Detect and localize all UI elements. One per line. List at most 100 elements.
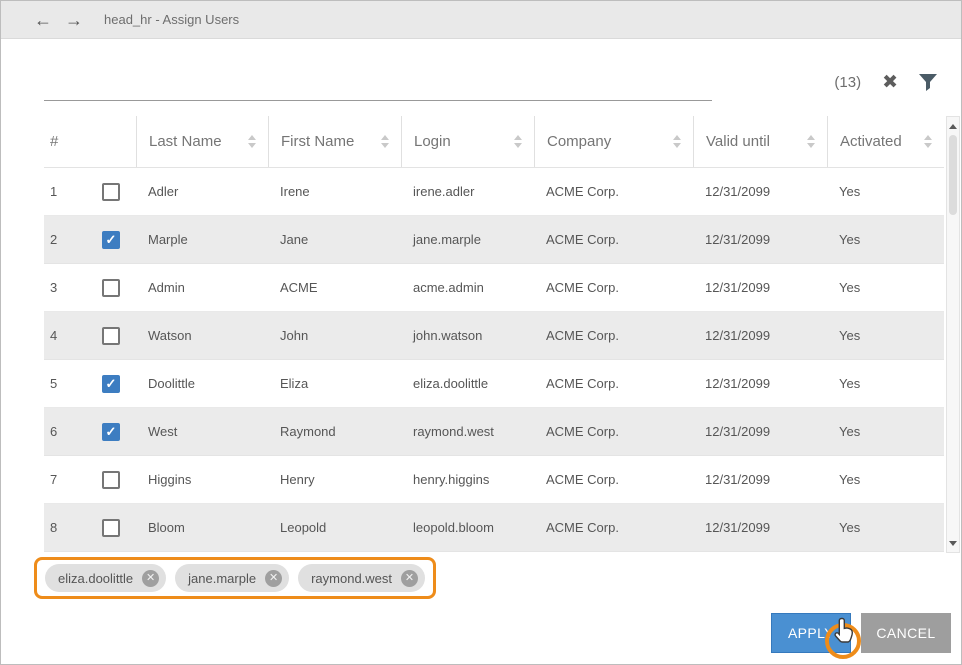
selected-user-chip: jane.marple✕ — [175, 564, 289, 592]
table-scrollbar[interactable] — [946, 116, 960, 553]
sort-up-icon — [673, 135, 681, 140]
chip-label: eliza.doolittle — [58, 571, 133, 586]
table-row: 6✓WestRaymondraymond.westACME Corp.12/31… — [44, 408, 944, 456]
cell-login: jane.marple — [401, 216, 534, 263]
sort-down-icon — [673, 143, 681, 148]
column-header-first-name[interactable]: First Name — [268, 116, 401, 167]
row-number: 6 — [50, 424, 57, 439]
table-row: 1AdlerIreneirene.adlerACME Corp.12/31/20… — [44, 168, 944, 216]
row-checkbox[interactable] — [102, 183, 120, 201]
cell-last: Higgins — [136, 456, 268, 503]
forward-arrow-icon[interactable]: → — [65, 11, 83, 29]
column-header-valid-until[interactable]: Valid until — [693, 116, 827, 167]
cell-valid: 12/31/2099 — [693, 312, 827, 359]
row-checkbox[interactable] — [102, 279, 120, 297]
column-label: Valid until — [706, 133, 770, 150]
cell-last: Marple — [136, 216, 268, 263]
row-index-cell: 2✓ — [44, 216, 136, 263]
apply-button[interactable]: APPLY — [771, 613, 851, 653]
cell-activated: Yes — [827, 408, 944, 455]
chip-remove-icon[interactable]: ✕ — [265, 570, 282, 587]
cell-company: ACME Corp. — [534, 168, 693, 215]
row-checkbox[interactable]: ✓ — [102, 423, 120, 441]
cell-valid: 12/31/2099 — [693, 360, 827, 407]
titlebar: ← → head_hr - Assign Users — [1, 1, 961, 39]
table-row: 3AdminACMEacme.adminACME Corp.12/31/2099… — [44, 264, 944, 312]
table-body: 1AdlerIreneirene.adlerACME Corp.12/31/20… — [44, 168, 944, 552]
scrollbar-thumb[interactable] — [949, 135, 957, 215]
table-row: 7HigginsHenryhenry.higginsACME Corp.12/3… — [44, 456, 944, 504]
row-number: 8 — [50, 520, 57, 535]
sort-icons — [514, 135, 522, 148]
filter-search-input[interactable] — [44, 63, 712, 101]
selected-users-group: eliza.doolittle✕jane.marple✕raymond.west… — [34, 557, 436, 599]
cancel-button[interactable]: CANCEL — [861, 613, 951, 653]
clear-filter-icon[interactable]: ✖ — [882, 73, 898, 92]
cell-valid: 12/31/2099 — [693, 408, 827, 455]
cell-company: ACME Corp. — [534, 408, 693, 455]
row-checkbox[interactable] — [102, 519, 120, 537]
cell-last: Watson — [136, 312, 268, 359]
cell-last: Bloom — [136, 504, 268, 551]
row-index-cell: 3 — [44, 264, 136, 311]
sort-up-icon — [807, 135, 815, 140]
row-index-cell: 7 — [44, 456, 136, 503]
row-checkbox[interactable] — [102, 327, 120, 345]
selected-user-chip: raymond.west ✕ — [298, 564, 425, 592]
cell-login: irene.adler — [401, 168, 534, 215]
row-index-cell: 4 — [44, 312, 136, 359]
scroll-up-icon[interactable] — [947, 120, 959, 132]
row-number: 2 — [50, 232, 57, 247]
chip-remove-icon[interactable]: ✕ — [401, 570, 418, 587]
row-number: 1 — [50, 184, 57, 199]
cell-first: Henry — [268, 456, 401, 503]
back-arrow-icon[interactable]: ← — [34, 11, 52, 29]
sort-up-icon — [381, 135, 389, 140]
window-title: head_hr - Assign Users — [104, 12, 239, 27]
row-number: 4 — [50, 328, 57, 343]
row-checkbox[interactable]: ✓ — [102, 375, 120, 393]
cell-valid: 12/31/2099 — [693, 504, 827, 551]
chip-label: raymond.west — [311, 571, 392, 586]
cell-last: West — [136, 408, 268, 455]
table-row: 8BloomLeopoldleopold.bloomACME Corp.12/3… — [44, 504, 944, 552]
sort-down-icon — [248, 143, 256, 148]
filter-tools: (13) ✖ — [834, 71, 937, 93]
cell-first: Jane — [268, 216, 401, 263]
table-row: 2✓MarpleJanejane.marpleACME Corp.12/31/2… — [44, 216, 944, 264]
check-mark-icon: ✓ — [106, 425, 117, 438]
column-header-login[interactable]: Login — [401, 116, 534, 167]
check-mark-icon: ✓ — [106, 233, 117, 246]
sort-down-icon — [514, 143, 522, 148]
cell-login: eliza.doolittle — [401, 360, 534, 407]
column-header-activated[interactable]: Activated — [827, 116, 944, 167]
scroll-down-icon[interactable] — [947, 537, 959, 549]
users-table: #Last NameFirst NameLoginCompany Valid un… — [44, 116, 944, 552]
cell-login: acme.admin — [401, 264, 534, 311]
row-index-cell: 1 — [44, 168, 136, 215]
row-checkbox[interactable] — [102, 471, 120, 489]
cell-valid: 12/31/2099 — [693, 456, 827, 503]
column-header-company[interactable]: Company — [534, 116, 693, 167]
cell-valid: 12/31/2099 — [693, 264, 827, 311]
row-checkbox[interactable]: ✓ — [102, 231, 120, 249]
sort-up-icon — [514, 135, 522, 140]
column-header-last-name[interactable]: Last Name — [136, 116, 268, 167]
table-header: #Last NameFirst NameLoginCompany Valid un… — [44, 116, 944, 168]
cell-activated: Yes — [827, 360, 944, 407]
filter-funnel-icon[interactable] — [919, 74, 937, 91]
sort-icons — [807, 135, 815, 148]
chip-remove-icon[interactable]: ✕ — [142, 570, 159, 587]
cell-company: ACME Corp. — [534, 216, 693, 263]
column-header-num: # — [44, 116, 136, 167]
sort-up-icon — [248, 135, 256, 140]
cell-activated: Yes — [827, 216, 944, 263]
row-index-cell: 5✓ — [44, 360, 136, 407]
assign-users-dialog: ← → head_hr - Assign Users (13) ✖ #Last … — [0, 0, 962, 665]
cell-first: ACME — [268, 264, 401, 311]
cell-company: ACME Corp. — [534, 264, 693, 311]
sort-icons — [381, 135, 389, 148]
cell-login: raymond.west — [401, 408, 534, 455]
cell-login: leopold.bloom — [401, 504, 534, 551]
sort-icons — [673, 135, 681, 148]
